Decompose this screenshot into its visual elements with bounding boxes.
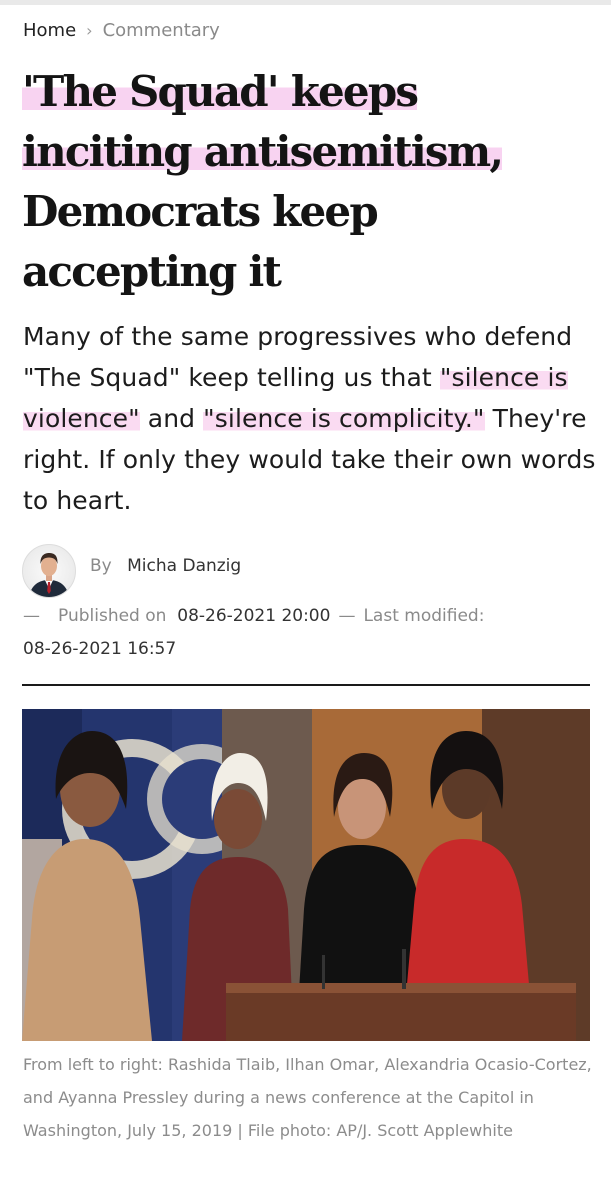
section-divider: [22, 684, 590, 686]
meta-dash: —: [23, 606, 40, 626]
chevron-right-icon: ›: [86, 21, 93, 40]
breadcrumb: Home › Commentary: [23, 20, 220, 41]
headline-highlight-1: 'The Squad' keeps: [22, 67, 419, 116]
published-date: 08-26-2021 20:00: [177, 606, 331, 626]
article-photo-illustration: [22, 709, 590, 1041]
publication-meta: — Published on 08-26-2021 20:00 — Last modi…: [23, 600, 598, 666]
article-headline: 'The Squad' keeps inciting antisemitism,…: [22, 62, 592, 302]
photo-caption: From left to right: Rashida Tlaib, Ilhan…: [23, 1055, 592, 1140]
headline-highlight-2: inciting antisemitism,: [22, 127, 504, 176]
author-avatar[interactable]: [22, 544, 76, 598]
author-name-link[interactable]: Micha Danzig: [127, 556, 241, 576]
modified-label: Last modified:: [363, 606, 485, 626]
headline-line-4: accepting it: [22, 247, 282, 296]
headline-line-3: Democrats keep: [22, 187, 379, 236]
published-label: Published on: [58, 606, 167, 626]
dek-highlight-2: "silence is complicity.": [203, 404, 485, 433]
dek-text-2: and: [139, 404, 204, 433]
article-photo[interactable]: [22, 709, 590, 1041]
article-subheadline: Many of the same progressives who defend…: [23, 316, 598, 521]
author-avatar-image: [29, 553, 69, 597]
modified-date: 08-26-2021 16:57: [23, 639, 177, 659]
byline-label: By: [90, 556, 112, 576]
breadcrumb-commentary-link[interactable]: Commentary: [103, 20, 220, 41]
byline: By Micha Danzig: [90, 556, 241, 576]
top-divider: [0, 0, 611, 5]
breadcrumb-home-link[interactable]: Home: [23, 20, 76, 41]
meta-dash-2: —: [338, 606, 356, 626]
